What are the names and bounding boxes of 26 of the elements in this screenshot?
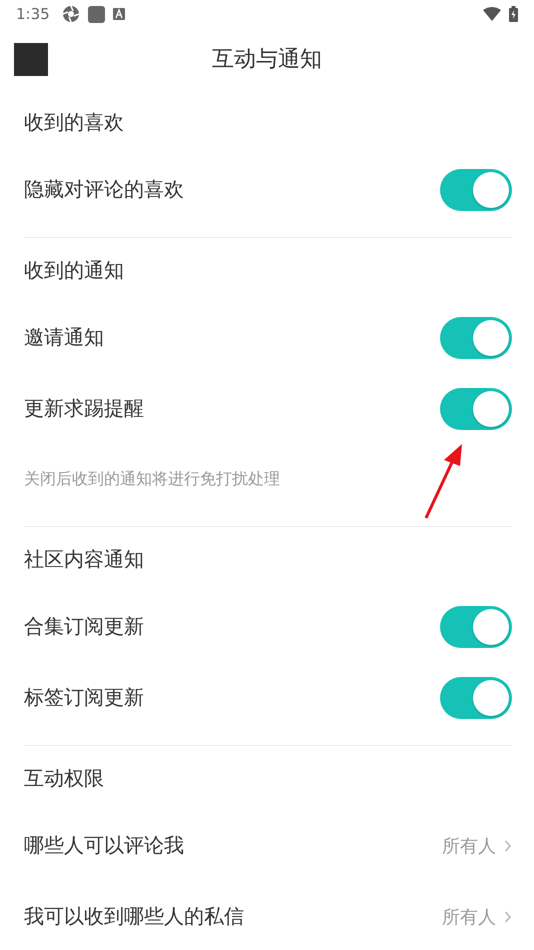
square-icon [88, 6, 105, 22]
setting-label: 更新求踢提醒 [24, 395, 144, 422]
chevron-right-icon [504, 838, 512, 852]
toggle-switch[interactable] [440, 388, 512, 430]
section-title: 收到的喜欢 [24, 108, 125, 136]
section-title: 互动权限 [24, 764, 105, 792]
setting-label: 标签订阅更新 [24, 684, 144, 711]
toggle-switch[interactable] [440, 168, 512, 210]
battery-icon [509, 6, 518, 22]
status-time: 1:35 [16, 5, 50, 23]
hint-text: 关闭后收到的通知将进行免打扰处理 [24, 468, 280, 490]
chevron-right-icon [504, 910, 512, 924]
app-icon [112, 8, 125, 20]
setting-label[interactable]: 我可以收到哪些人的私信 [24, 903, 244, 930]
toggle-switch[interactable] [440, 316, 512, 358]
setting-label: 隐藏对评论的喜欢 [24, 176, 184, 203]
setting-label: 合集订阅更新 [24, 613, 144, 640]
section-title: 社区内容通知 [24, 546, 145, 572]
section-title: 收到的通知 [24, 256, 125, 284]
setting-label[interactable]: 哪些人可以评论我 [24, 832, 184, 859]
toggle-switch[interactable] [440, 676, 512, 718]
aperture-icon [62, 5, 80, 23]
page-title: 互动与通知 [212, 46, 322, 74]
wifi-icon [483, 7, 501, 21]
toggle-switch[interactable] [440, 606, 512, 648]
setting-label: 邀请通知 [24, 324, 104, 351]
